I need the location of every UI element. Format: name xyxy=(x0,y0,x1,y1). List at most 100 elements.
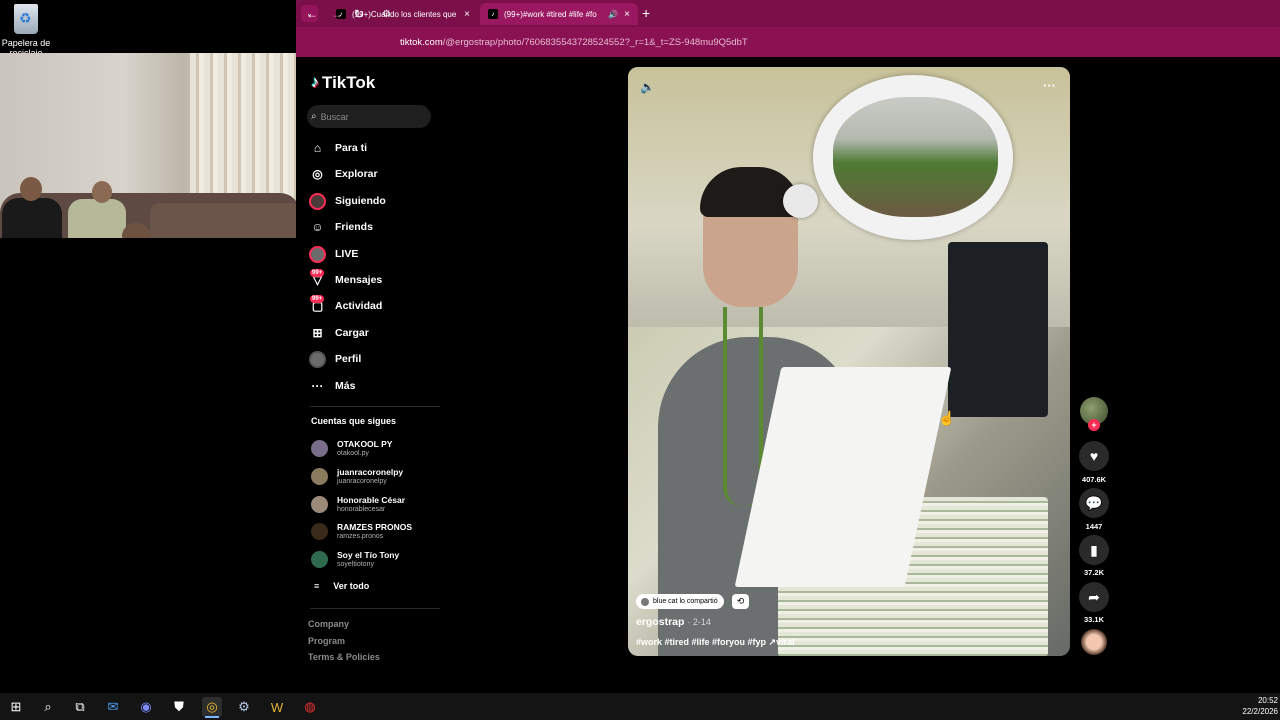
nav-label: Friends xyxy=(335,221,373,233)
nav-mas[interactable]: ··· Más xyxy=(309,375,434,397)
back-arrow-icon[interactable]: ← xyxy=(306,7,318,21)
following-account[interactable]: RAMZES PRONOS ramzes.pronos xyxy=(311,518,431,544)
like-heart-icon[interactable]: ♥ xyxy=(1079,441,1109,471)
account-name: Honorable César xyxy=(337,494,406,505)
share-count: 33.1K xyxy=(1083,615,1104,624)
nav-label: Cargar xyxy=(335,327,369,339)
nav-label: Mensajes xyxy=(335,274,383,286)
recycle-bin[interactable]: Papelera de reciclaje xyxy=(2,4,50,58)
comment-count: 1447 xyxy=(1085,522,1103,531)
see-all-button[interactable]: ≡ Ver todo xyxy=(314,581,369,591)
discord-icon[interactable]: ◉ xyxy=(136,697,156,717)
footer-link-company[interactable]: Company xyxy=(308,619,349,629)
nav-perfil[interactable]: Perfil xyxy=(309,348,434,370)
account-name: OTAKOOL PY xyxy=(337,438,393,449)
app-shield-icon[interactable]: ⛊ xyxy=(169,697,189,717)
url-host: tiktok.com xyxy=(400,37,443,48)
system-clock[interactable]: 20:52 22/2/2026 xyxy=(1230,695,1278,717)
chrome-icon[interactable]: ◎ xyxy=(202,697,222,717)
tab-close-icon[interactable]: × xyxy=(464,9,470,20)
taskbar xyxy=(0,693,1280,720)
task-view-icon[interactable]: ⧉ xyxy=(70,697,90,717)
footer-link-terms[interactable]: Terms & Policies xyxy=(308,652,380,662)
following-account[interactable]: OTAKOOL PY otakool.py xyxy=(311,435,431,461)
account-name: Soy el Tío Tony xyxy=(337,549,400,560)
save-count: 37.2K xyxy=(1083,568,1104,577)
nav-label: Más xyxy=(335,380,356,392)
more-options-icon[interactable]: ··· xyxy=(1043,78,1056,93)
shared-by-label: blue cat lo compartió xyxy=(653,598,718,605)
repost-icon[interactable]: ⟲ xyxy=(732,594,749,609)
nav-siguiendo[interactable]: Siguiendo xyxy=(309,190,434,212)
clock-time: 20:52 xyxy=(1257,696,1278,705)
see-all-label: Ver todo xyxy=(333,581,370,591)
mail-icon[interactable]: ✉ xyxy=(103,697,123,717)
avatar xyxy=(311,467,328,485)
webcam-overlay xyxy=(0,53,307,238)
footer-link-program[interactable]: Program xyxy=(308,636,345,646)
author-name: ergostrap xyxy=(636,616,685,628)
following-account[interactable]: Honorable César honorablecesar xyxy=(311,491,431,517)
volume-icon[interactable]: 🔈 xyxy=(640,80,655,94)
tab-audio-icon[interactable]: 🔊 xyxy=(608,10,618,19)
live-icon xyxy=(309,245,326,263)
account-name: RAMZES PRONOS xyxy=(337,521,413,532)
avatar xyxy=(311,522,328,540)
nav-para-ti[interactable]: ⌂ Para ti xyxy=(309,137,434,159)
search-input[interactable] xyxy=(320,111,421,122)
webcam-person-1 xyxy=(2,198,62,238)
bookmark-icon[interactable]: ▮ xyxy=(1079,535,1109,565)
search-box[interactable]: ⌕ xyxy=(307,105,431,128)
music-disc-icon[interactable] xyxy=(1081,629,1107,655)
webcam-person-2 xyxy=(68,199,126,238)
follow-plus-icon[interactable]: + xyxy=(1088,419,1100,431)
browser-tab-1[interactable]: ♪ (99+)Cuando los clientes que v × xyxy=(328,3,478,25)
forward-arrow-icon[interactable]: → xyxy=(331,7,343,21)
tiktok-favicon-icon: ♪ xyxy=(488,9,498,19)
tab-title: (99+)Cuando los clientes que v xyxy=(352,9,459,19)
avatar xyxy=(311,439,328,457)
nav-mensajes[interactable]: ▽ 99+ Mensajes xyxy=(309,268,434,291)
activity-icon: ▢ 99+ xyxy=(310,294,325,313)
tab-close-icon[interactable]: × xyxy=(624,9,630,20)
tiktok-logo[interactable]: ♪ TikTok xyxy=(311,73,375,93)
nav-actividad[interactable]: ▢ 99+ Actividad xyxy=(309,294,434,317)
nav-live[interactable]: LIVE xyxy=(309,243,434,265)
steam-icon[interactable]: ⚙ xyxy=(234,697,254,717)
search-icon[interactable]: ⌕ xyxy=(38,697,58,717)
nav-cargar[interactable]: ⊞ Cargar xyxy=(309,322,434,344)
search-icon: ⌕ xyxy=(311,111,317,122)
recycle-bin-icon xyxy=(14,4,38,34)
following-account[interactable]: juanracoronelpy juanracoronelpy xyxy=(311,463,431,489)
site-info-icon[interactable]: ⚙ xyxy=(382,9,391,20)
post-author[interactable]: ergostrap · 2-14 xyxy=(636,616,711,628)
comment-icon[interactable]: 💬 xyxy=(1079,488,1109,518)
nav-explorar[interactable]: ◎ Explorar xyxy=(309,163,434,185)
sidebar-divider xyxy=(310,608,440,609)
windows-start-icon[interactable]: ⊞ xyxy=(6,697,26,717)
sidebar-divider xyxy=(310,406,440,407)
game-launcher-icon[interactable]: W xyxy=(267,697,287,717)
browser-tab-2-active[interactable]: ♪ (99+)#work #tired #life #fo 🔊 × xyxy=(480,3,638,25)
new-tab-button[interactable]: + xyxy=(642,5,650,21)
reload-icon[interactable]: ↻ xyxy=(354,7,364,21)
shared-by-pill[interactable]: blue cat lo compartió xyxy=(636,594,724,609)
home-icon: ⌂ xyxy=(313,141,322,155)
post-caption[interactable]: #work #tired #life #foryou #fyp ↗viral xyxy=(636,637,795,648)
account-handle: juanracoronelpy xyxy=(337,477,387,485)
post-media[interactable] xyxy=(628,67,1070,656)
recording-app-icon[interactable]: ◍ xyxy=(300,697,320,717)
clock-date: 22/2/2026 xyxy=(1242,707,1278,716)
tiktok-logo-text: TikTok xyxy=(322,73,376,92)
address-bar[interactable]: tiktok.com/@ergostrap/photo/760683554372… xyxy=(400,37,748,48)
avatar xyxy=(311,495,328,513)
nav-friends[interactable]: ☺ Friends xyxy=(309,216,434,238)
more-icon: ··· xyxy=(311,379,324,393)
compass-icon: ◎ xyxy=(312,167,323,181)
account-handle: honorablecesar xyxy=(337,505,386,513)
messages-badge: 99+ xyxy=(310,268,325,277)
friends-icon: ☺ xyxy=(311,220,324,234)
following-account[interactable]: Soy el Tío Tony soyeltiotony xyxy=(311,546,431,572)
following-section-title: Cuentas que sigues xyxy=(311,416,397,426)
share-arrow-icon[interactable]: ➦ xyxy=(1079,582,1109,612)
